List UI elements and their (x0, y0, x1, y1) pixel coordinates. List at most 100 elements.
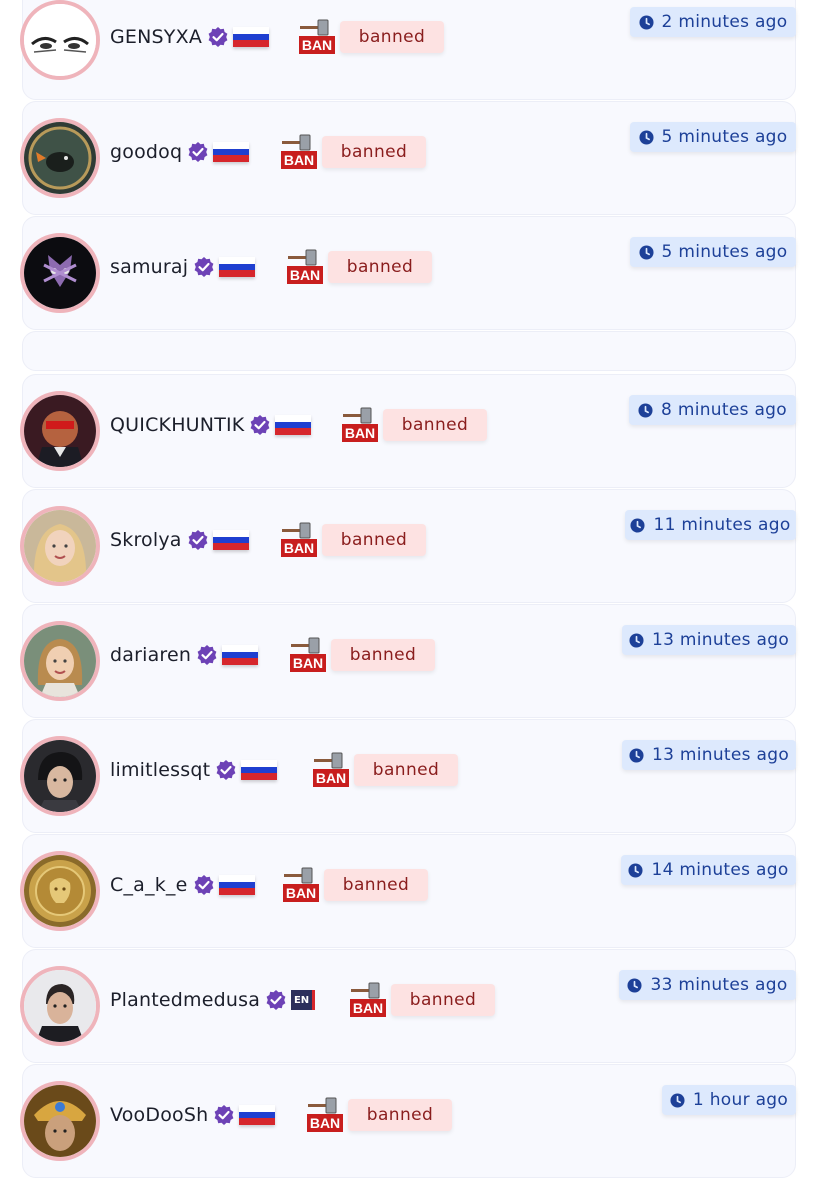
ban-hammer-icon: BAN (281, 134, 317, 169)
timestamp-text: 33 minutes ago (650, 975, 788, 995)
status-badge: banned (328, 251, 432, 283)
avatar[interactable] (20, 851, 100, 931)
russia-flag-icon (213, 142, 250, 163)
ban-icon-text: BAN (302, 37, 332, 53)
ban-hammer-icon: BAN (307, 1097, 343, 1132)
clock-icon (670, 1092, 685, 1108)
ban-hammer-icon: BAN (287, 249, 323, 284)
russia-flag-icon (239, 1105, 276, 1126)
timestamp-badge: 8 minutes ago (629, 395, 796, 425)
status-badge: banned (348, 1099, 452, 1131)
clock-icon (630, 517, 645, 533)
avatar[interactable] (20, 966, 100, 1046)
clock-icon (629, 632, 644, 648)
status-badge: banned (354, 754, 458, 786)
russia-flag-icon (212, 530, 249, 551)
avatar[interactable] (20, 621, 100, 701)
avatar[interactable] (20, 0, 100, 80)
timestamp-text: 5 minutes ago (661, 242, 788, 262)
username[interactable]: GENSYXA (110, 26, 202, 48)
verified-badge-icon (194, 257, 214, 277)
ban-hammer-icon: BAN (313, 752, 349, 787)
status-badge: banned (391, 984, 495, 1016)
avatar[interactable] (20, 736, 100, 816)
avatar[interactable] (20, 118, 100, 198)
clock-icon (627, 977, 642, 993)
username[interactable]: VooDooSh (110, 1104, 208, 1126)
avatar[interactable] (20, 1081, 100, 1161)
username[interactable]: limitlessqt (110, 759, 210, 781)
ban-icon-text: BAN (284, 540, 314, 556)
verified-badge-icon (194, 875, 213, 895)
avatar[interactable] (20, 391, 100, 471)
russia-flag-icon (275, 415, 312, 436)
timestamp-text: 13 minutes ago (651, 745, 790, 765)
timestamp-badge: 14 minutes ago (621, 855, 796, 885)
timestamp-badge: 2 minutes ago (630, 7, 796, 37)
timestamp-text: 11 minutes ago (653, 515, 791, 535)
timestamp-text: 8 minutes ago (661, 400, 787, 420)
ban-icon-text: BAN (284, 152, 314, 168)
status-badge: banned (324, 869, 428, 901)
username[interactable]: C_a_k_e (110, 874, 188, 896)
russia-flag-icon (218, 875, 255, 896)
verified-badge-icon (188, 142, 208, 162)
timestamp-badge: 5 minutes ago (630, 237, 796, 267)
english-flag-icon: EN (291, 990, 316, 1010)
username[interactable]: Plantedmedusa (110, 989, 260, 1011)
avatar[interactable] (20, 506, 100, 586)
ban-icon-text: BAN (290, 267, 320, 283)
ban-hammer-icon: BAN (281, 522, 317, 557)
ban-icon-text: BAN (286, 885, 316, 901)
clock-icon (638, 14, 654, 30)
ban-icon-text: BAN (345, 425, 375, 441)
ban-icon-text: BAN (353, 1000, 383, 1016)
status-badge: banned (340, 21, 444, 53)
avatar[interactable] (20, 233, 100, 313)
ban-hammer-icon: BAN (299, 19, 335, 54)
status-badge: banned (331, 639, 435, 671)
username[interactable]: Skrolya (110, 529, 182, 551)
ban-icon-text: BAN (310, 1115, 340, 1131)
timestamp-badge: 13 minutes ago (622, 740, 796, 770)
verified-badge-icon (197, 645, 217, 665)
timestamp-text: 2 minutes ago (661, 12, 788, 32)
status-badge: banned (383, 409, 487, 441)
verified-badge-icon (214, 1105, 234, 1125)
verified-badge-icon (216, 760, 236, 780)
ban-hammer-icon: BAN (290, 637, 326, 672)
verified-badge-icon (266, 990, 286, 1010)
timestamp-badge: 33 minutes ago (619, 970, 796, 1000)
clock-icon (629, 747, 644, 763)
clock-icon (628, 862, 643, 878)
russia-flag-icon (219, 257, 256, 278)
timestamp-badge: 5 minutes ago (630, 122, 796, 152)
verified-badge-icon (188, 530, 208, 550)
ban-icon-text: BAN (316, 770, 346, 786)
clock-icon (638, 402, 653, 418)
russia-flag-icon (233, 27, 270, 48)
status-badge: banned (322, 524, 426, 556)
russia-flag-icon (241, 760, 278, 781)
username[interactable]: dariaren (110, 644, 191, 666)
verified-badge-icon (251, 415, 270, 435)
verified-badge-icon (208, 27, 228, 47)
ban-icon-text: BAN (293, 655, 323, 671)
clock-icon (638, 129, 654, 145)
timestamp-text: 14 minutes ago (651, 860, 789, 880)
username[interactable]: samuraj (110, 256, 188, 278)
timestamp-text: 1 hour ago (692, 1090, 789, 1110)
username[interactable]: goodoq (110, 141, 182, 163)
status-badge: banned (322, 136, 426, 168)
ban-hammer-icon: BAN (283, 867, 319, 902)
username[interactable]: QUICKHUNTIK (110, 414, 244, 436)
russia-flag-icon (222, 645, 259, 666)
empty-list-item-card (22, 331, 796, 371)
timestamp-badge: 1 hour ago (662, 1085, 796, 1115)
timestamp-text: 5 minutes ago (661, 127, 788, 147)
clock-icon (638, 244, 654, 260)
timestamp-text: 13 minutes ago (651, 630, 790, 650)
timestamp-badge: 11 minutes ago (625, 510, 796, 540)
ban-hammer-icon: BAN (350, 982, 386, 1017)
timestamp-badge: 13 minutes ago (622, 625, 796, 655)
